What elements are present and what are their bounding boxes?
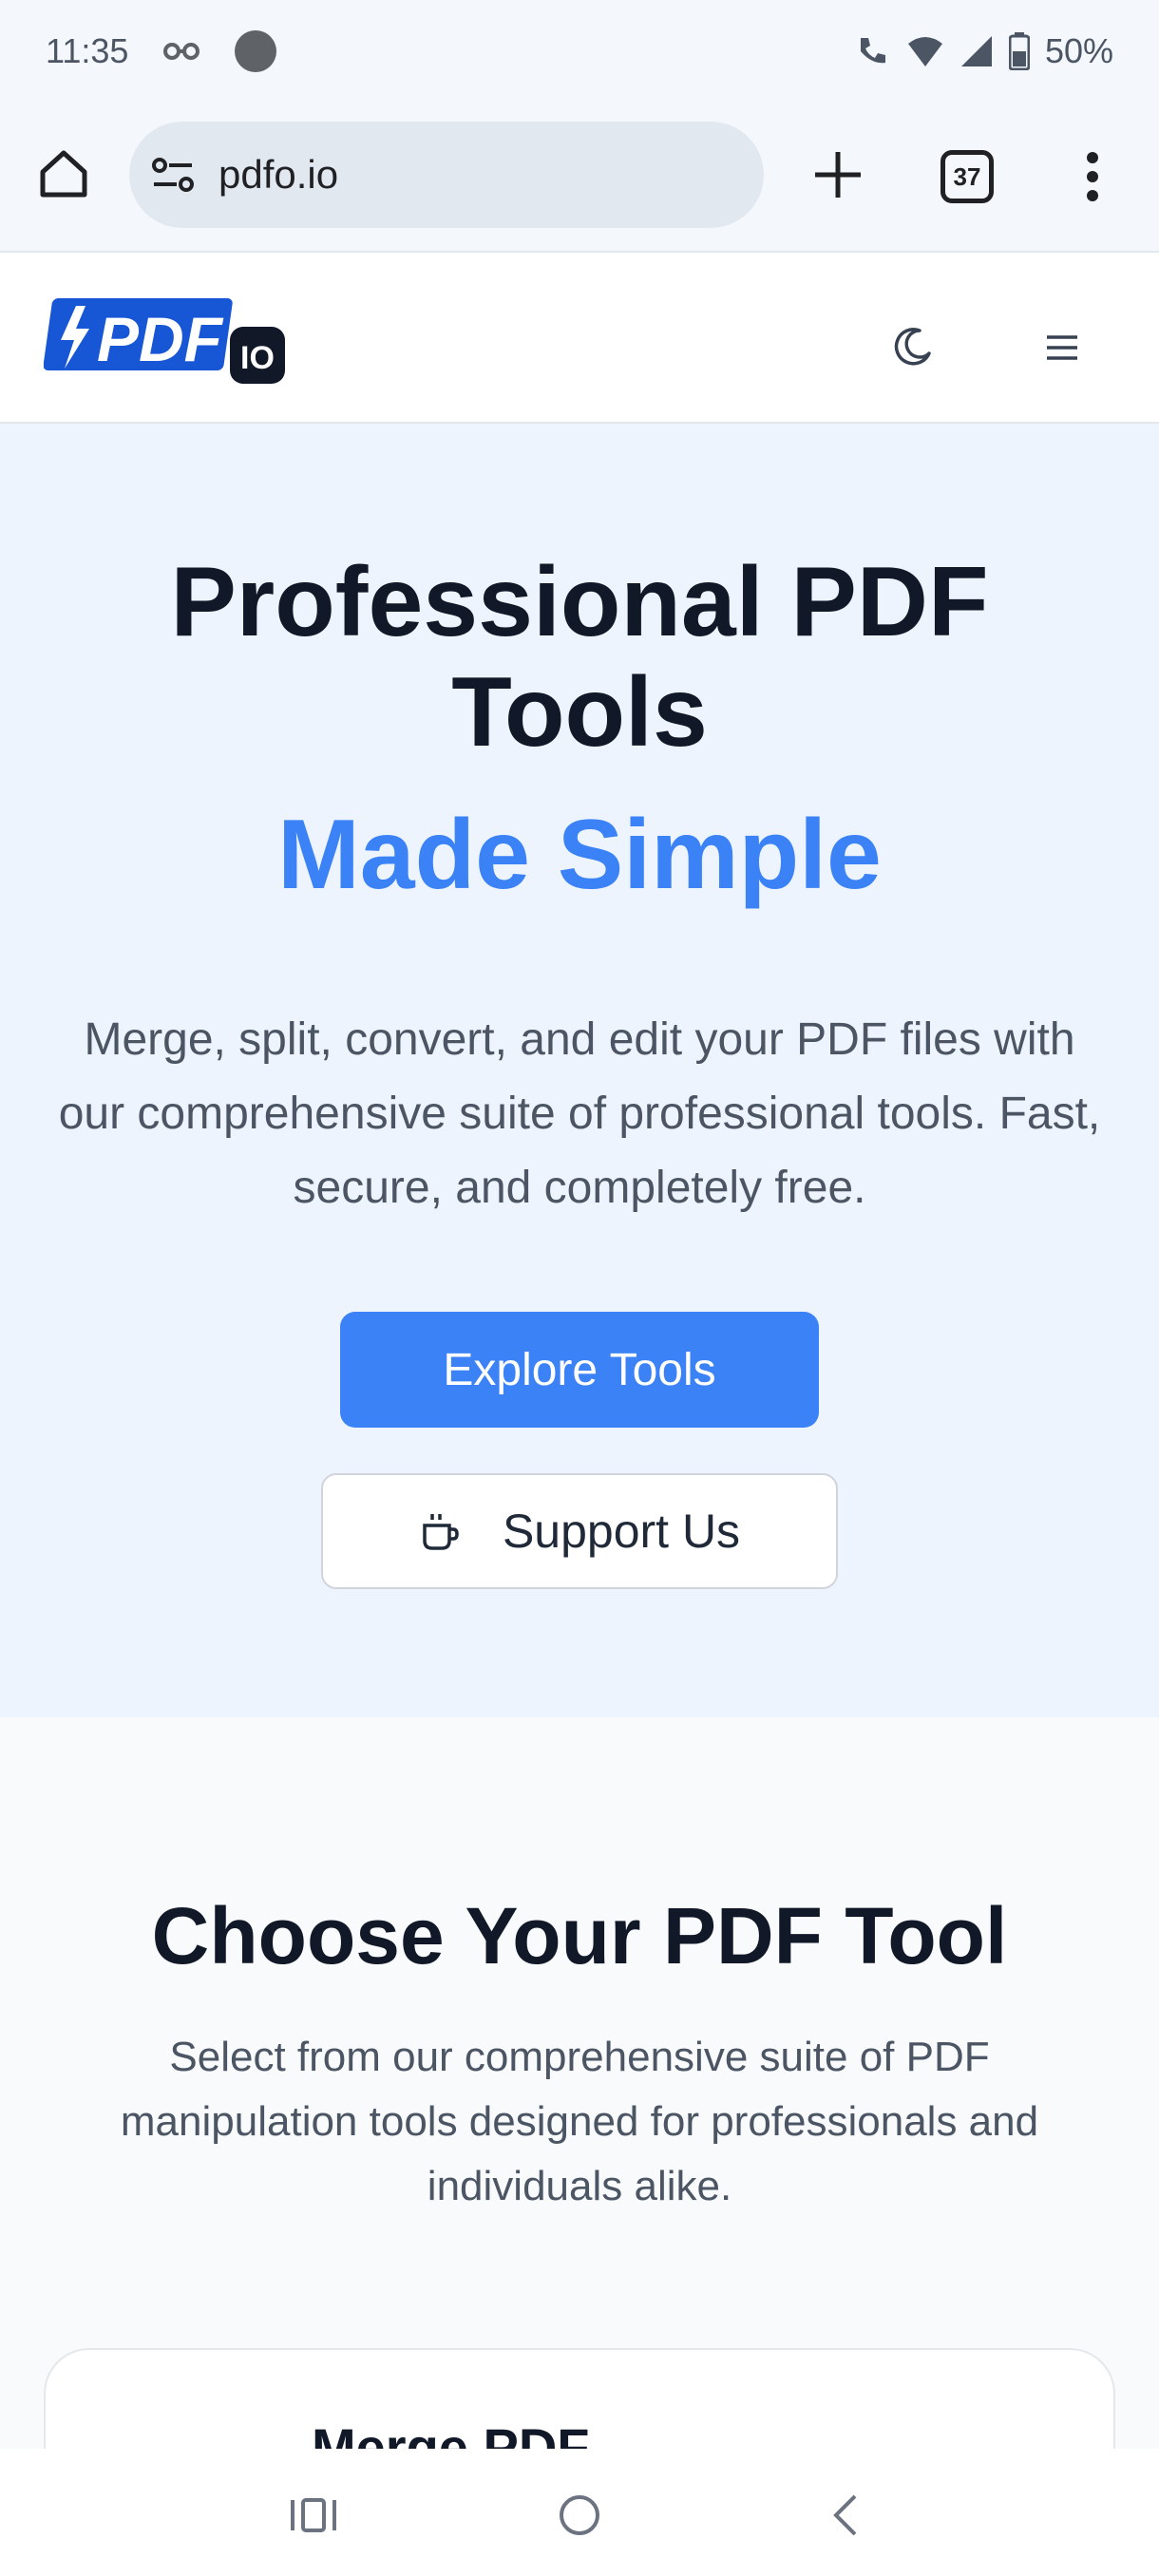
glasses-icon	[163, 43, 200, 60]
status-left: 11:35	[46, 30, 277, 72]
menu-button[interactable]	[1024, 310, 1100, 386]
browser-toolbar: pdfo.io 37	[0, 103, 1159, 253]
more-vert-icon	[1087, 152, 1098, 201]
circle-home-icon	[560, 2495, 599, 2535]
recent-apps-icon	[291, 2498, 336, 2532]
signal-icon	[960, 36, 992, 66]
pdfo-logo-icon: PDF IO	[43, 298, 285, 384]
hero-highlight: Made Simple	[277, 800, 882, 910]
battery-icon	[1008, 32, 1030, 70]
plus-icon	[815, 152, 861, 198]
recent-apps-button[interactable]	[276, 2477, 352, 2553]
url-bar[interactable]: pdfo.io	[129, 122, 764, 228]
explore-tools-button[interactable]: Explore Tools	[340, 1312, 819, 1428]
back-button[interactable]	[808, 2477, 884, 2553]
site-logo[interactable]: PDF IO	[43, 294, 287, 386]
coffee-cup-icon	[423, 1514, 459, 1550]
system-nav-bar	[0, 2449, 1159, 2576]
moon-icon	[894, 328, 931, 366]
status-right: 50%	[853, 31, 1113, 71]
site-settings-icon	[152, 158, 194, 192]
wifi-icon	[907, 37, 942, 66]
tools-section-description: Select from our comprehensive suite of P…	[120, 2034, 1039, 2209]
hamburger-icon	[1047, 335, 1077, 360]
tab-switcher-button[interactable]: 37	[940, 150, 994, 203]
new-tab-button[interactable]	[804, 141, 872, 209]
site-header: PDF IO	[0, 253, 1159, 424]
support-us-label: Support Us	[502, 1505, 741, 1558]
theme-toggle-button[interactable]	[874, 310, 950, 386]
hero-title: Professional PDF Tools	[170, 547, 989, 767]
logo-text: PDF	[97, 304, 224, 374]
tab-count: 37	[953, 161, 981, 191]
hero-section: Professional PDF Tools Made Simple Merge…	[0, 424, 1159, 1717]
tools-section-title: Choose Your PDF Tool	[151, 1891, 1008, 1980]
status-bar: 11:35 50%	[0, 0, 1159, 103]
url-text: pdfo.io	[218, 152, 339, 197]
browser-menu-button[interactable]	[1074, 141, 1112, 213]
explore-tools-label: Explore Tools	[443, 1344, 716, 1395]
battery-percent: 50%	[1044, 31, 1113, 70]
status-time: 11:35	[46, 31, 129, 70]
home-button[interactable]	[32, 142, 95, 205]
notification-dot-icon	[235, 30, 277, 72]
support-us-button[interactable]: Support Us	[321, 1473, 838, 1589]
hero-description: Merge, split, convert, and edit your PDF…	[58, 1014, 1101, 1213]
wifi-call-icon	[860, 38, 885, 64]
back-chevron-icon	[833, 2494, 857, 2536]
home-nav-button[interactable]	[542, 2477, 618, 2553]
home-icon	[40, 150, 87, 198]
logo-badge: IO	[240, 340, 275, 376]
